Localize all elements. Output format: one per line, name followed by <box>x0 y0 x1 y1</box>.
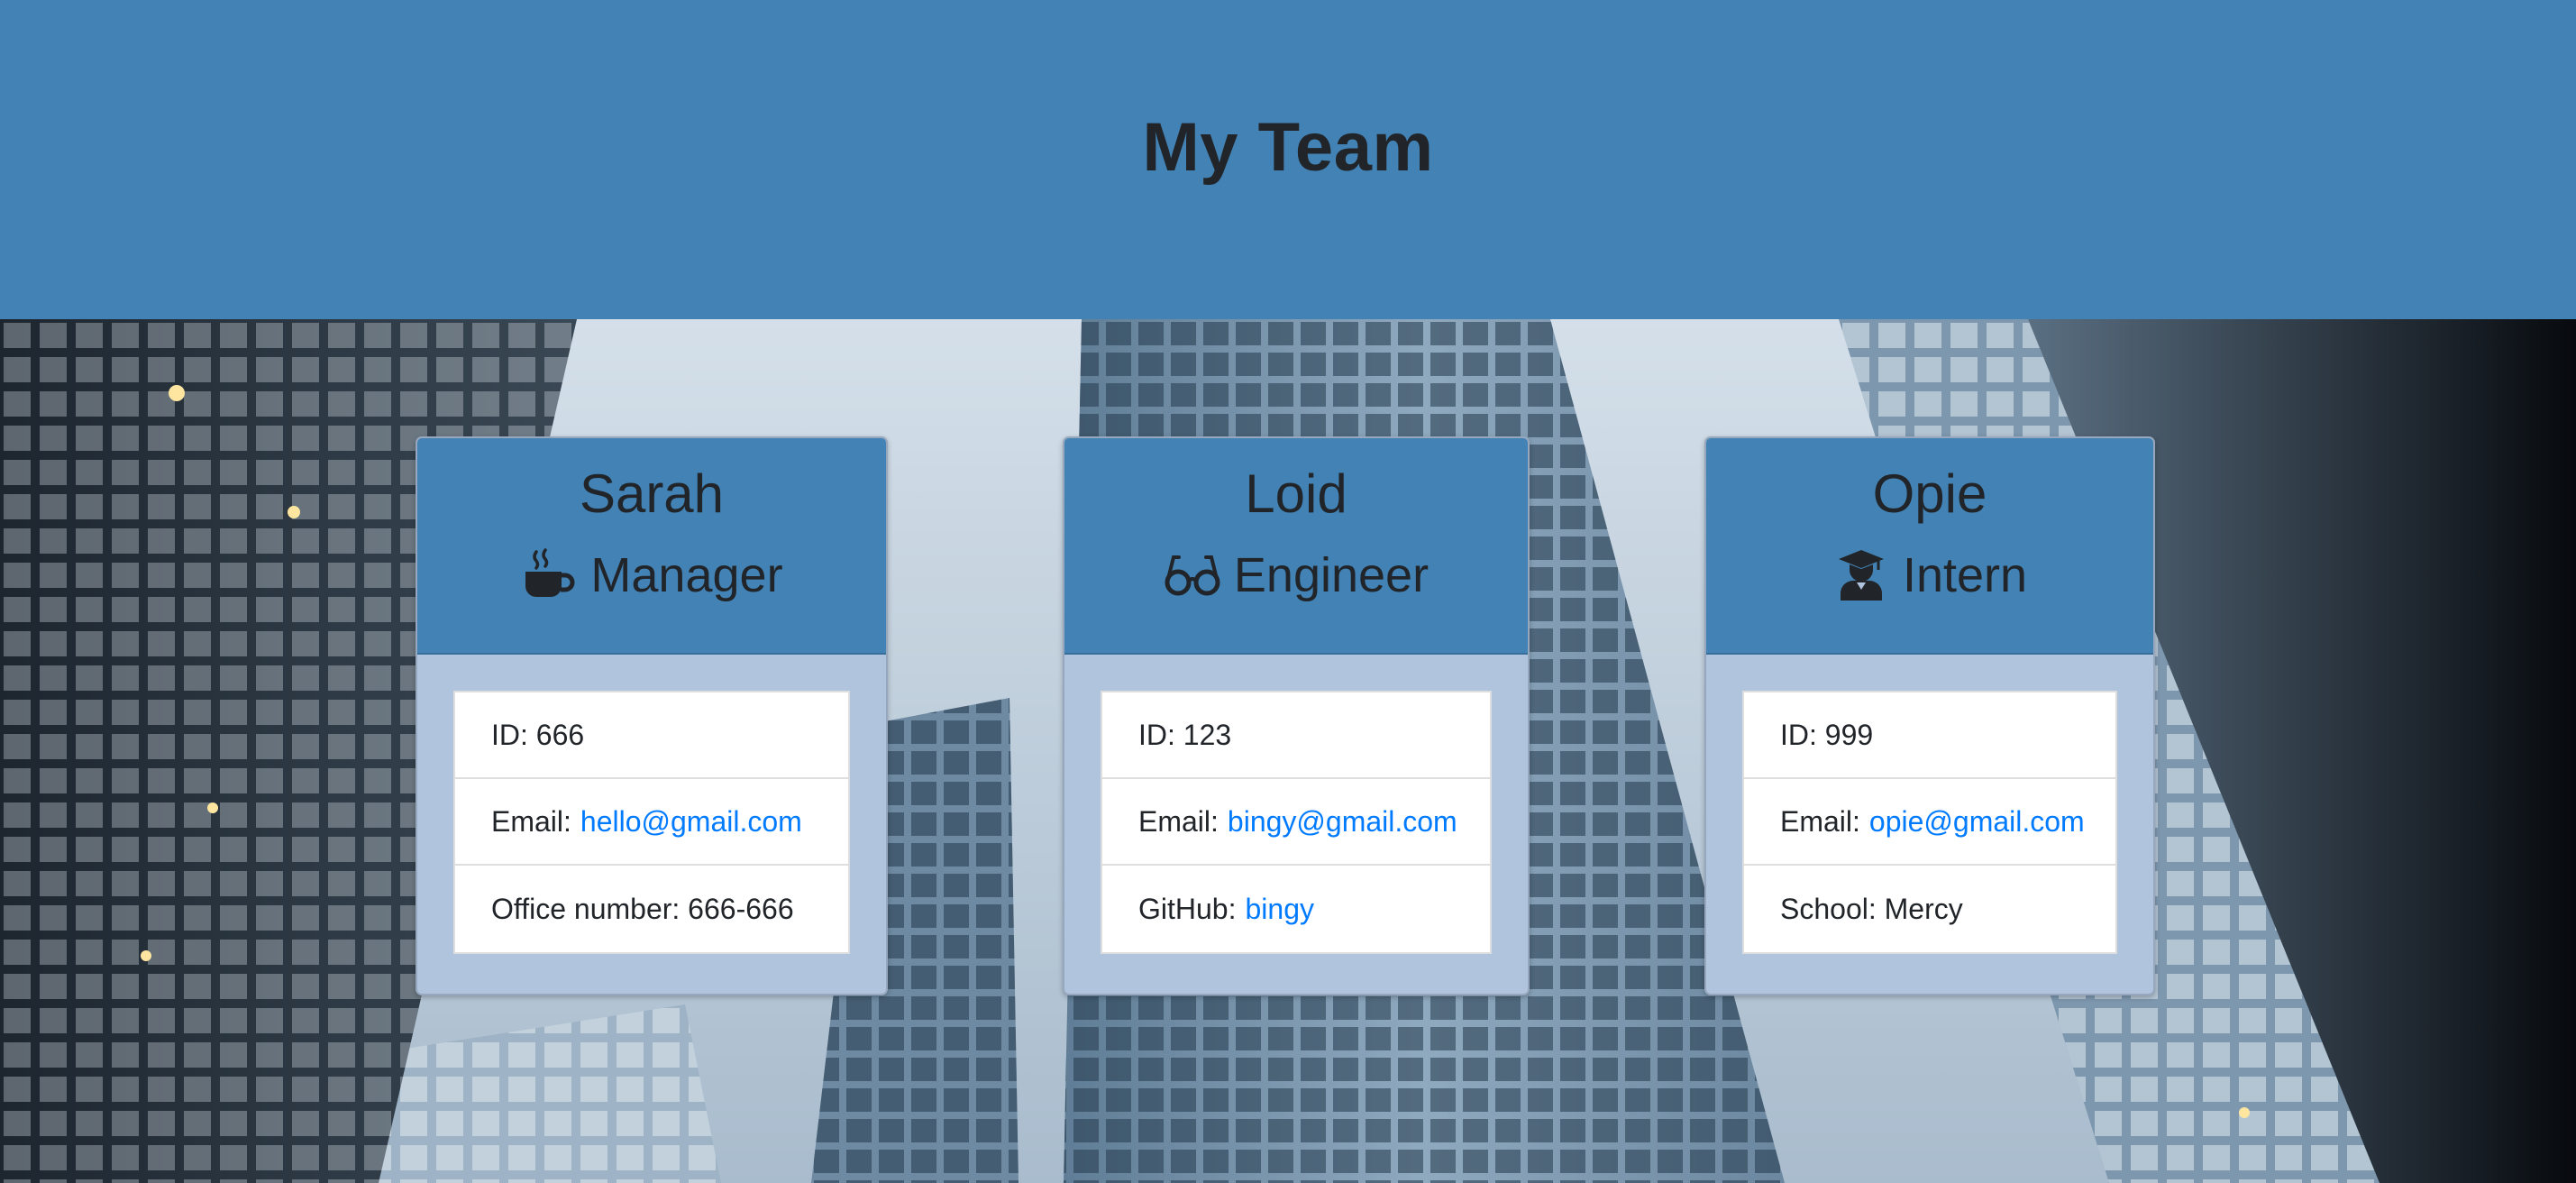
member-details-list: ID: 999 Email: opie@gmail.com School: Me… <box>1742 691 2117 954</box>
github-link[interactable]: bingy <box>1245 893 1314 926</box>
list-item-id: ID: 666 <box>455 692 848 779</box>
member-role: Manager <box>417 546 886 604</box>
card-body: ID: 123 Email: bingy@gmail.com GitHub: b… <box>1064 655 1528 990</box>
school-label: School: <box>1780 892 1877 925</box>
mug-icon <box>520 546 578 604</box>
card-body: ID: 999 Email: opie@gmail.com School: Me… <box>1706 655 2153 990</box>
card-header: Opie Intern <box>1706 438 2153 655</box>
github-label: GitHub: <box>1138 892 1237 925</box>
member-details-list: ID: 666 Email: hello@gmail.com Office nu… <box>453 691 850 954</box>
list-item-email: Email: bingy@gmail.com <box>1102 779 1490 866</box>
email-label: Email: <box>491 804 571 838</box>
card-header: Sarah Manager <box>417 438 886 655</box>
background-cityscape: Sarah Manager ID: 666 Email: hello@gmail… <box>0 319 2576 1183</box>
email-link[interactable]: hello@gmail.com <box>580 805 802 839</box>
office-number-value: 666-666 <box>688 892 794 925</box>
member-details-list: ID: 123 Email: bingy@gmail.com GitHub: b… <box>1101 691 1492 954</box>
id-label: ID: <box>491 718 528 751</box>
office-number-label: Office number: <box>491 892 681 925</box>
card-header: Loid Engineer <box>1064 438 1528 655</box>
id-value: 999 <box>1824 718 1874 751</box>
email-link[interactable]: bingy@gmail.com <box>1228 805 1457 839</box>
page-title: My Team <box>1142 108 1434 186</box>
member-role-label: Intern <box>1902 548 2028 602</box>
team-member-card: Loid Engineer ID: 123 Email: bingy@gmail… <box>1063 436 1530 995</box>
team-member-card: Sarah Manager ID: 666 Email: hello@gmail… <box>416 436 888 995</box>
team-member-card: Opie Intern ID: 999 Email: opie@gmail.co… <box>1704 436 2155 995</box>
email-label: Email: <box>1780 804 1860 838</box>
email-link[interactable]: opie@gmail.com <box>1869 805 2085 839</box>
list-item-id: ID: 999 <box>1744 692 2115 779</box>
graduate-icon <box>1832 546 1890 604</box>
member-role: Intern <box>1706 546 2153 604</box>
id-value: 666 <box>535 718 585 751</box>
list-item-id: ID: 123 <box>1102 692 1490 779</box>
id-label: ID: <box>1780 718 1817 751</box>
member-role: Engineer <box>1064 546 1528 604</box>
list-item-github: GitHub: bingy <box>1102 866 1490 952</box>
page-header: My Team <box>0 0 2576 319</box>
member-name: Sarah <box>579 463 725 524</box>
list-item-office-number: Office number: 666-666 <box>455 866 848 952</box>
list-item-email: Email: hello@gmail.com <box>455 779 848 866</box>
list-item-school: School: Mercy <box>1744 866 2115 952</box>
id-value: 123 <box>1183 718 1232 751</box>
email-label: Email: <box>1138 804 1219 838</box>
member-role-label: Engineer <box>1233 548 1430 602</box>
glasses-icon <box>1164 546 1221 604</box>
member-name: Loid <box>1245 463 1347 524</box>
member-role-label: Manager <box>590 548 783 602</box>
list-item-email: Email: opie@gmail.com <box>1744 779 2115 866</box>
id-label: ID: <box>1138 718 1175 751</box>
school-value: Mercy <box>1884 892 1963 925</box>
member-name: Opie <box>1872 463 1987 524</box>
card-body: ID: 666 Email: hello@gmail.com Office nu… <box>417 655 886 990</box>
